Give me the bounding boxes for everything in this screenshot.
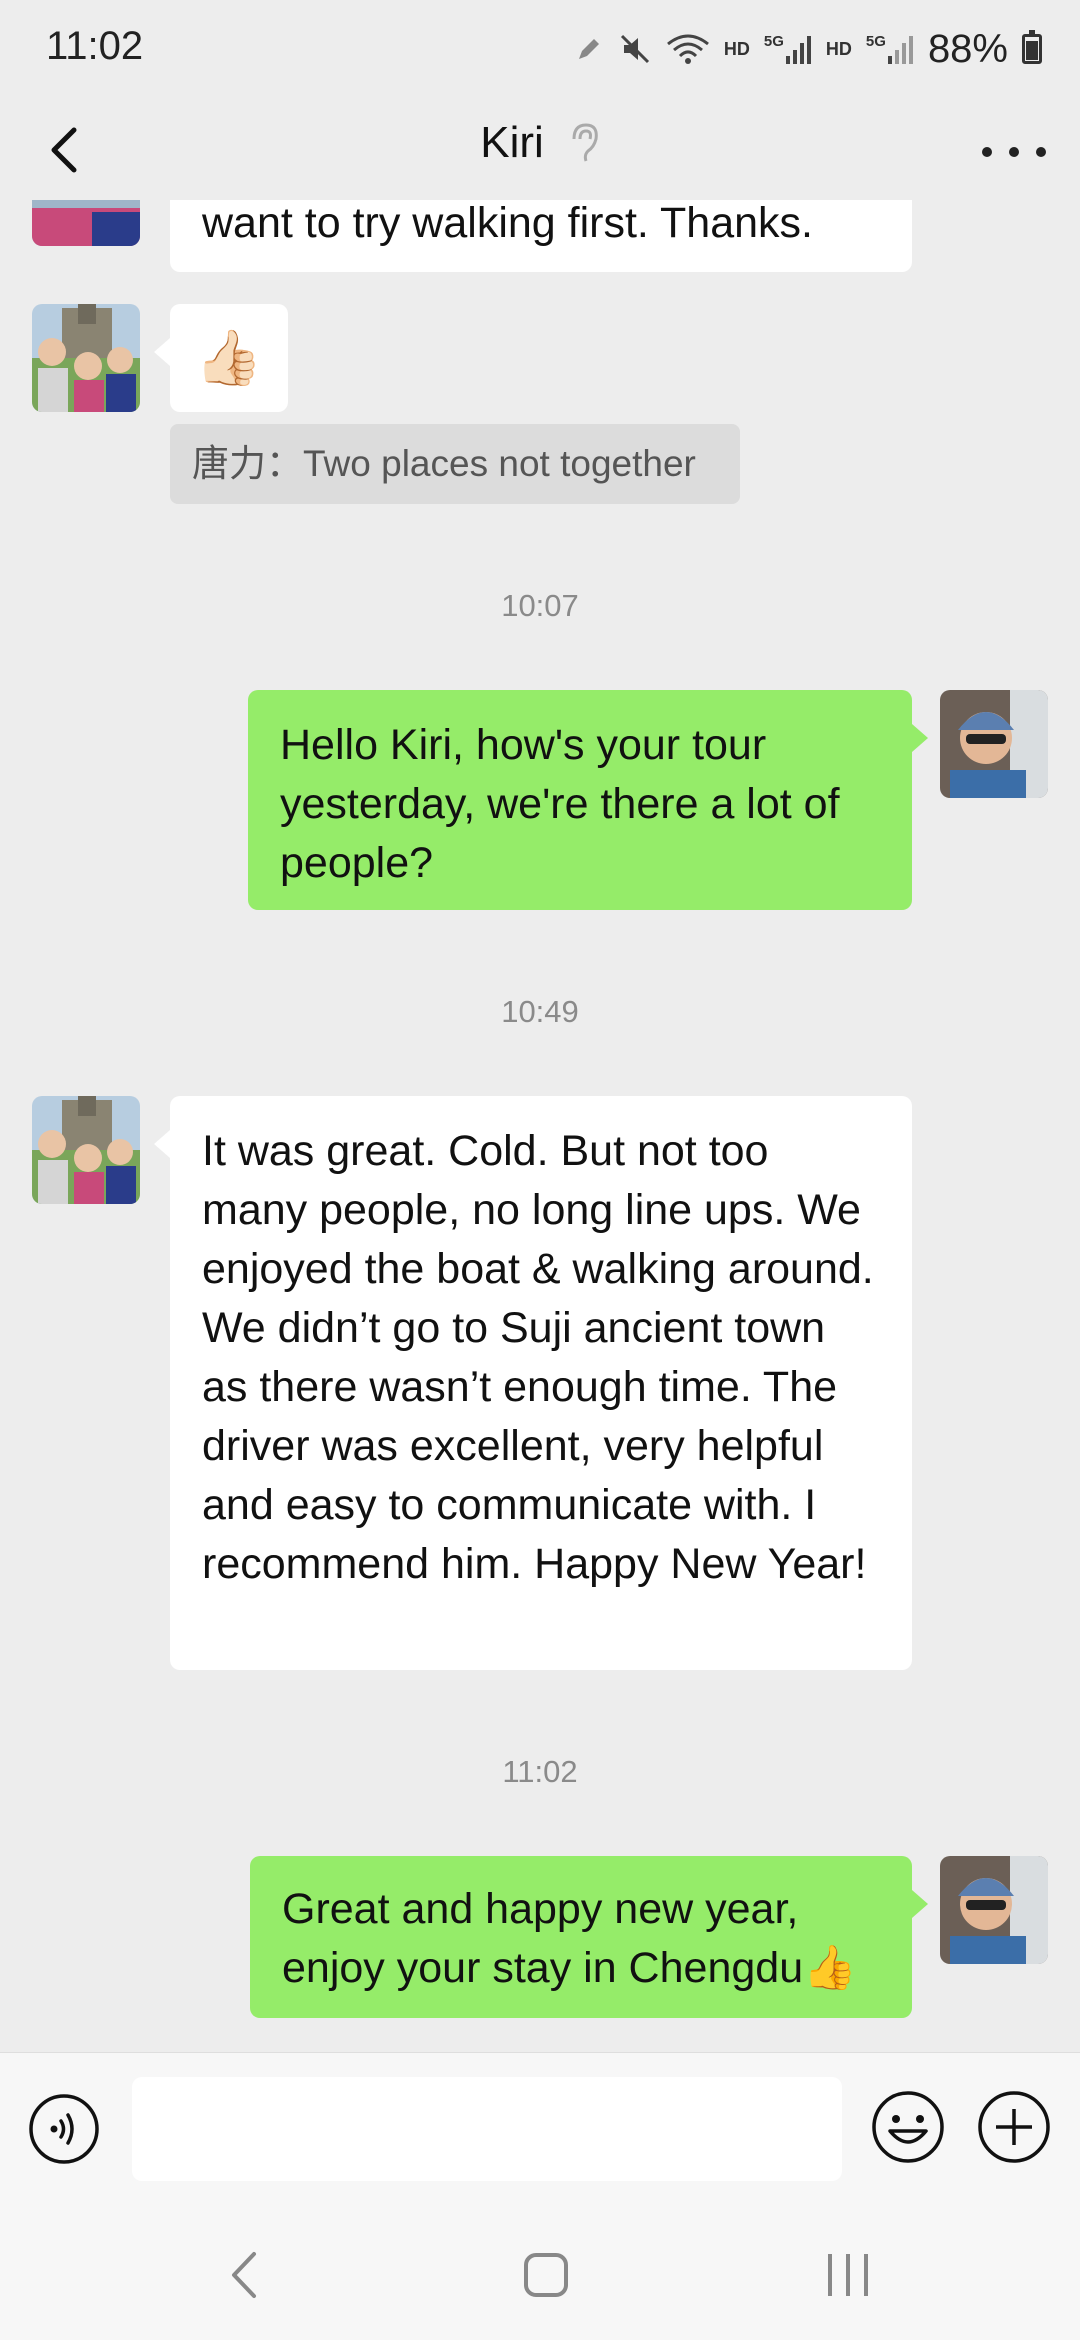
avatar-photo <box>32 200 140 246</box>
message-list[interactable]: want to try walking first. Thanks. 👍🏻 唐力… <box>0 200 1080 2052</box>
network-label-2: HD <box>825 39 852 59</box>
message-bubble-sent[interactable]: Hello Kiri, how's your tour yesterday, w… <box>248 690 928 910</box>
mute-icon <box>620 34 649 64</box>
chat-title: Kiri <box>480 118 544 167</box>
avatar-photo <box>940 1856 1048 1964</box>
message-bubble-received[interactable]: want to try walking first. Thanks. <box>170 200 912 272</box>
plus-icon[interactable] <box>976 2089 1052 2165</box>
emoji-message[interactable]: 👍🏻 <box>154 304 288 412</box>
title-group: Kiri <box>0 118 1080 168</box>
message-bubble-sent[interactable]: Great and happy new year, enjoy your sta… <box>250 1856 928 2018</box>
dot <box>1009 147 1019 157</box>
network-label-1: HD <box>723 39 750 59</box>
home-icon[interactable] <box>506 2240 586 2310</box>
ear-icon <box>572 123 598 162</box>
signal-5g-1: 5G <box>764 34 812 64</box>
message-input[interactable] <box>132 2077 842 2181</box>
signal-5g-2: 5G <box>866 34 914 64</box>
recents-icon[interactable] <box>808 2240 888 2310</box>
wifi-icon <box>666 34 709 64</box>
message-bubble-received[interactable]: It was great. Cold. But not too many peo… <box>154 1096 912 1670</box>
status-time: 11:02 <box>46 24 144 68</box>
quoted-reply[interactable]: 唐力：Two places not together <box>170 424 740 504</box>
more-options-button[interactable] <box>982 122 1046 182</box>
message-text: It was great. Cold. But not too many peo… <box>202 1127 874 1588</box>
quote-text: 唐力：Two places not together <box>192 443 696 484</box>
contact-avatar[interactable] <box>32 200 140 246</box>
my-avatar[interactable] <box>940 1856 1048 1964</box>
avatar-photo <box>32 304 140 412</box>
message-timestamp: 10:07 <box>501 588 579 623</box>
back-icon[interactable] <box>206 2240 286 2310</box>
input-bar <box>0 2052 1080 2201</box>
message-text: want to try walking first. Thanks. <box>202 200 813 247</box>
message-text: Hello Kiri, how's your tour yesterday, w… <box>280 721 840 887</box>
contact-avatar[interactable] <box>32 1096 140 1204</box>
avatar-photo <box>32 1096 140 1204</box>
dot <box>982 147 992 157</box>
battery-icon <box>1022 30 1042 64</box>
battery-percent: 88% <box>927 26 1008 71</box>
dot <box>1036 147 1046 157</box>
voice-icon[interactable] <box>28 2093 100 2165</box>
my-avatar[interactable] <box>940 690 1048 798</box>
chat-header: Kiri <box>0 100 1080 200</box>
contact-avatar[interactable] <box>32 304 140 412</box>
message-timestamp: 10:49 <box>501 994 579 1029</box>
signal-bars-icon <box>887 36 913 64</box>
status-icons: HD 5G HD 5G 88% <box>574 24 1042 74</box>
avatar-photo <box>940 690 1048 798</box>
emoji-icon[interactable] <box>870 2089 946 2165</box>
signal-bars-icon <box>785 36 811 64</box>
status-bar: 11:02 HD 5G HD 5G 88% <box>0 0 1080 100</box>
message-text: Great and happy new year, enjoy your sta… <box>282 1885 857 1992</box>
pencil-icon <box>578 39 599 59</box>
message-timestamp: 11:02 <box>502 1754 578 1789</box>
system-nav-bar <box>0 2200 1080 2340</box>
thumbs-up-emoji: 👍🏻 <box>195 327 263 388</box>
